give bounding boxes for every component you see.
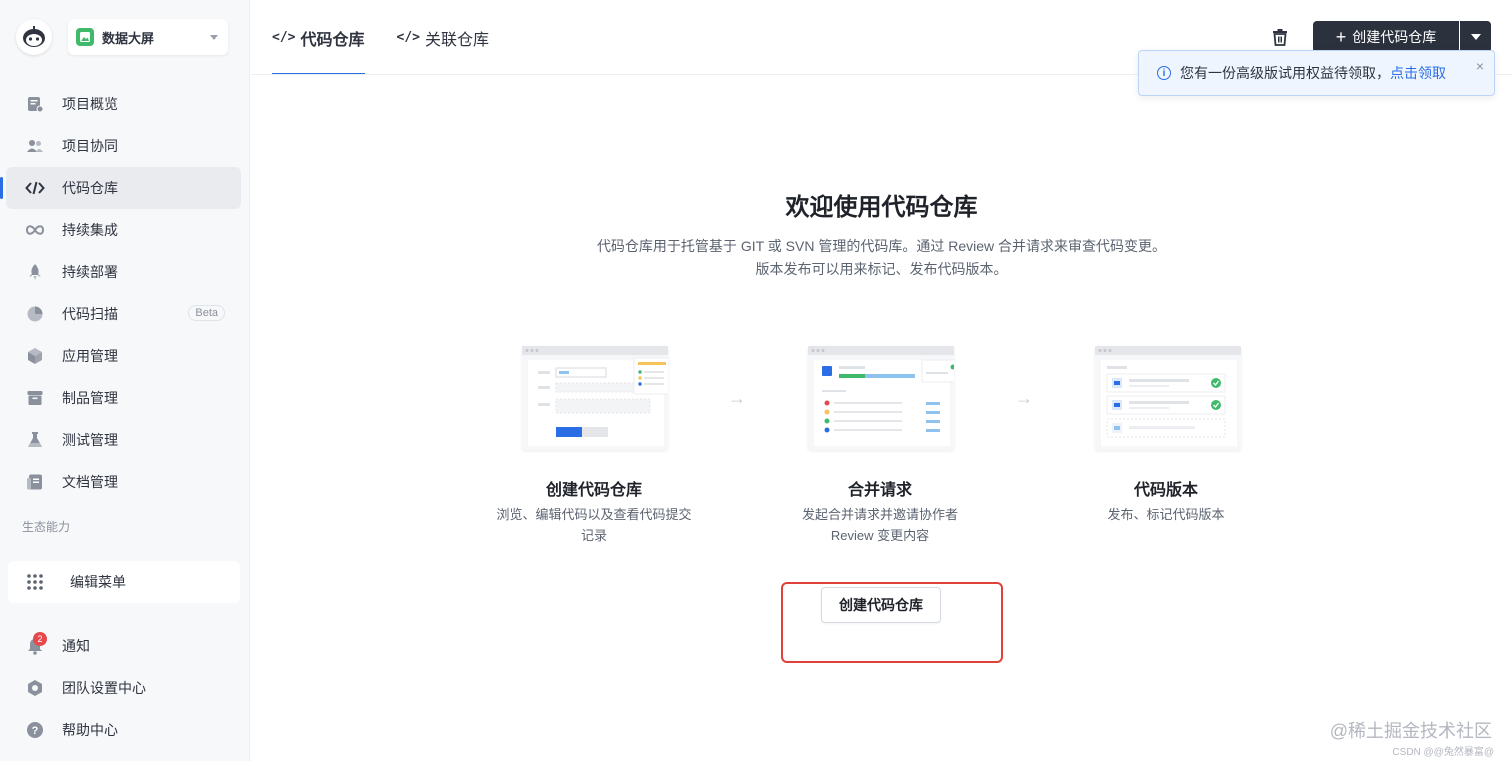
create-repo-dropdown[interactable] [1460,21,1491,53]
beta-badge: Beta [188,305,225,321]
notice-text: 您有一份高级版试用权益待领取， [1180,65,1390,81]
info-icon: i [1157,66,1171,80]
project-name: 数据大屏 [102,30,155,46]
robot-logo-icon[interactable] [16,19,52,55]
welcome-description: 代码仓库用于托管基于 GIT 或 SVN 管理的代码库。通过 Review 合并… [251,235,1512,281]
sidebar-item-label: 持续集成 [62,222,118,238]
code-version-illustration [1095,346,1241,450]
sidebar-item-code-repo[interactable]: 代码仓库 [0,167,241,209]
step-description: 发布、标记代码版本 [1046,504,1286,525]
claim-link[interactable]: 点击领取 [1390,63,1446,83]
tab-code-repo[interactable]: </> 代码仓库 [272,0,365,75]
sidebar-item-artifact[interactable]: 制品管理 [6,377,241,419]
repo-tabs: </> 代码仓库 </> 关联仓库 [272,0,521,75]
box-icon [24,387,46,409]
sidebar-item-overview[interactable]: 项目概览 [6,83,241,125]
sidebar-item-docs[interactable]: 文档管理 [6,461,241,503]
cube-icon [24,345,46,367]
pie-icon [24,303,46,325]
sidebar-item-team-settings[interactable]: 团队设置中心 [6,667,241,709]
welcome-desc-line: 代码仓库用于托管基于 GIT 或 SVN 管理的代码库。通过 Review 合并… [596,238,1167,254]
tab-linked-repo[interactable]: </> 关联仓库 [397,0,490,75]
sidebar-item-label: 项目概览 [62,96,118,112]
sidebar-item-collaboration[interactable]: 项目协同 [6,125,241,167]
sidebar-item-cd[interactable]: 持续部署 [6,251,241,293]
help-icon: ? [24,719,46,741]
tab-label: 关联仓库 [424,31,489,49]
sidebar-item-label: 制品管理 [62,390,118,406]
step-description: 浏览、编辑代码以及查看代码提交 记录 [474,504,714,546]
chevron-down-icon [210,34,218,40]
edit-menu-button[interactable]: 编辑菜单 [8,561,240,603]
welcome-desc-line: 版本发布可以用来标记、发布代码版本。 [755,261,1008,277]
merge-request-illustration [808,346,963,450]
sidebar-item-help[interactable]: ? 帮助中心 [6,709,241,751]
code-icon [24,177,46,199]
overview-icon [24,93,46,115]
step-desc-line: 浏览、编辑代码以及查看代码提交 [496,507,692,522]
code-icon: </> [396,30,420,45]
step-desc-line: 发布、标记代码版本 [1107,507,1225,522]
trial-notice: i 您有一份高级版试用权益待领取， 点击领取 × [1138,50,1495,96]
recycle-bin-icon[interactable] [1270,27,1290,47]
plus-icon: + [1335,27,1347,47]
sidebar-item-label: 文档管理 [62,474,118,490]
sidebar-item-label: 测试管理 [62,432,118,448]
step-desc-line: Review 变更内容 [830,528,930,543]
infinity-icon [24,219,46,241]
notification-count-badge: 2 [33,632,47,646]
tab-label: 代码仓库 [300,31,365,49]
highlight-annotation-box [781,582,1003,663]
step-desc-line: 记录 [580,528,607,543]
step-title: 代码版本 [1133,482,1198,499]
chevron-down-icon [1470,34,1481,40]
svg-text:?: ? [32,725,39,737]
step-title: 创建代码仓库 [545,482,642,499]
step-title: 合并请求 [847,482,912,499]
sidebar-nav: 项目概览 项目协同 代码仓库 持续集成 持续部署 代码扫描 Beta 应用管理 … [0,83,241,503]
arrow-right-icon: → [728,388,746,408]
sidebar-item-ci[interactable]: 持续集成 [6,209,241,251]
watermark-sub: CSDN @@兔然暴富@ [1392,747,1494,758]
sidebar-item-label: 代码仓库 [62,180,118,196]
sidebar-item-label: 应用管理 [62,348,118,364]
settings-icon [24,677,46,699]
sidebar-item-code-scan[interactable]: 代码扫描 Beta [6,293,241,335]
arrow-right-icon: → [1015,388,1033,408]
ecosystem-section-title: 生态能力 [22,520,71,534]
create-repo-label: 创建代码仓库 [1352,29,1437,45]
sidebar-item-label: 帮助中心 [62,722,118,738]
code-icon: </> [272,30,296,45]
sidebar-item-label: 持续部署 [62,264,118,280]
step-description: 发起合并请求并邀请协作者 Review 变更内容 [760,504,1000,546]
sidebar-item-label: 项目协同 [62,138,118,154]
sidebar-item-app-mgmt[interactable]: 应用管理 [6,335,241,377]
sidebar-item-label: 代码扫描 [62,306,118,322]
sidebar-item-label: 团队设置中心 [62,680,146,696]
project-image-icon [76,28,94,46]
sidebar-item-label: 通知 [62,638,90,654]
sidebar-item-test[interactable]: 测试管理 [6,419,241,461]
create-repo-illustration [522,346,673,450]
create-repo-button[interactable]: + 创建代码仓库 [1313,21,1459,53]
grid-dots-icon [24,571,46,593]
sidebar: 数据大屏 项目概览 项目协同 代码仓库 持续集成 持续部署 代码扫描 Beta … [0,0,250,761]
rocket-icon [24,261,46,283]
welcome-title: 欢迎使用代码仓库 [785,194,978,221]
close-icon[interactable]: × [1476,58,1484,74]
doc-icon [24,471,46,493]
people-icon [24,135,46,157]
edit-menu-label: 编辑菜单 [70,574,126,590]
project-switcher[interactable]: 数据大屏 [68,19,228,55]
flask-icon [24,429,46,451]
step-desc-line: 发起合并请求并邀请协作者 [801,507,958,522]
watermark: @稀土掘金技术社区 [1329,721,1492,741]
